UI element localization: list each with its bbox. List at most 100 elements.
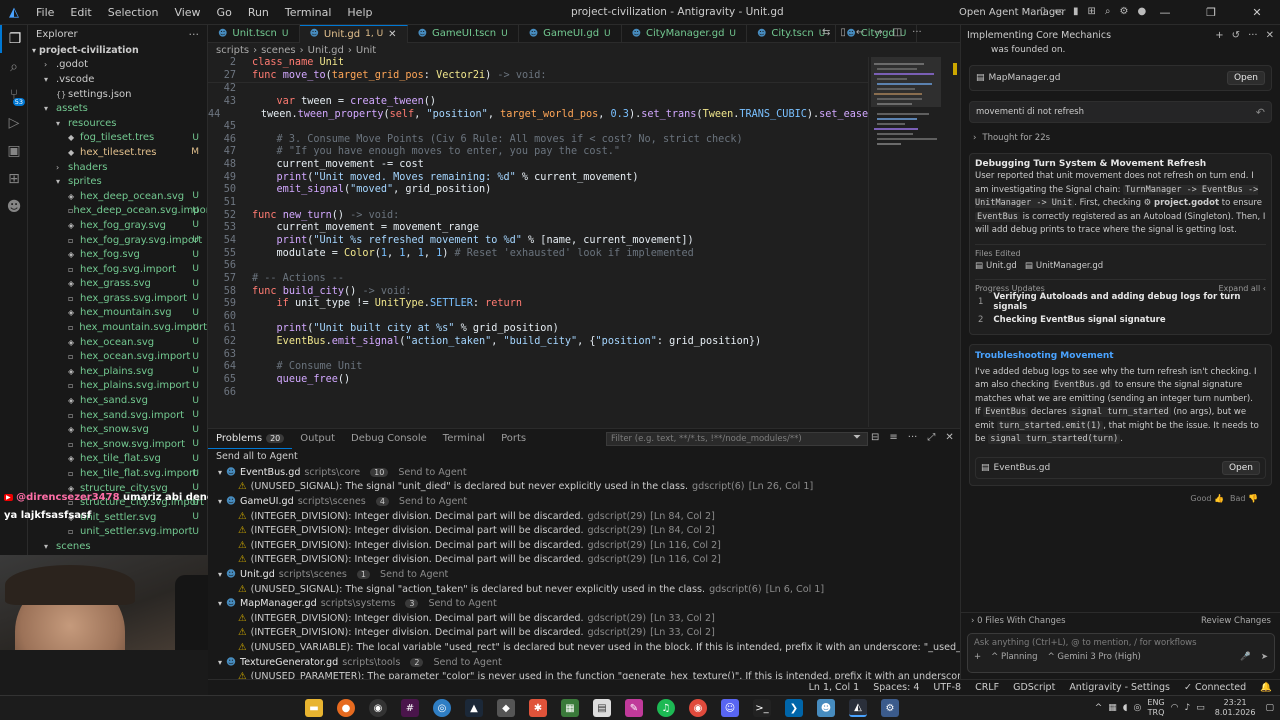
connection-status[interactable]: ✓ Connected (1184, 682, 1246, 693)
indentation[interactable]: Spaces: 4 (873, 682, 919, 693)
file-item[interactable]: ▫ hex_snow.svg.import U (28, 437, 207, 452)
toggle-sidebar-icon[interactable]: ▯ (1040, 6, 1046, 17)
problem-row[interactable]: ⚠ (INTEGER_DIVISION): Integer division. D… (208, 538, 960, 553)
file-item[interactable]: ◈ hex_plains.svg U (28, 364, 207, 379)
undo-icon[interactable]: ↶ (1256, 106, 1265, 119)
review-changes-button[interactable]: Review Changes (1201, 616, 1271, 626)
folder-item[interactable]: ▾ scenes (28, 539, 207, 554)
problem-row[interactable]: ⚠ (INTEGER_DIVISION): Integer division. D… (208, 626, 960, 641)
file-item[interactable]: ▫ hex_mountain.svg.import U (28, 320, 207, 335)
file-explorer-taskbar-icon[interactable]: ▬ (305, 699, 323, 717)
send-to-agent-button[interactable]: Send to Agent (380, 569, 448, 580)
customize-layout-icon[interactable]: ⊞ (1087, 6, 1095, 17)
problems-filter-input[interactable]: Filter (e.g. text, **/*.ts, !**/node_mod… (606, 432, 868, 446)
maximize-icon[interactable]: ❐ (1188, 6, 1234, 19)
close-icon[interactable]: ✕ (1234, 6, 1280, 19)
agent-more-icon[interactable]: ··· (1248, 30, 1258, 41)
volume-icon[interactable]: ◖ (1123, 703, 1128, 713)
panel-tab-ports[interactable]: Ports (493, 429, 534, 449)
file-item[interactable]: ◈ hex_grass.svg U (28, 277, 207, 292)
search-icon[interactable]: ⌕ (0, 53, 28, 81)
file-item[interactable]: ▫ hex_tile_flat.svg.import U (28, 466, 207, 481)
network-icon[interactable]: ▦ (1108, 703, 1117, 713)
folder-item[interactable]: ▾ .vscode (28, 72, 207, 87)
notifications-icon[interactable]: 🔔 (1260, 682, 1272, 693)
problem-row[interactable]: ⚠ (INTEGER_DIVISION): Integer division. D… (208, 611, 960, 626)
terminal-taskbar-icon[interactable]: >_ (753, 699, 771, 717)
menu-edit[interactable]: Edit (62, 0, 99, 25)
panel-tab-problems[interactable]: Problems 20 (208, 429, 293, 449)
file-item[interactable]: {} settings.json (28, 87, 207, 102)
panel-tab-output[interactable]: Output (292, 429, 343, 449)
file-item[interactable]: ◈ hex_mountain.svg U (28, 306, 207, 321)
send-to-agent-button[interactable]: Send to Agent (398, 467, 466, 478)
cursor-position[interactable]: Ln 1, Col 1 (809, 682, 860, 693)
steam-taskbar-icon[interactable]: ▲ (465, 699, 483, 717)
file-item[interactable]: ◆ fog_tileset.tres U (28, 131, 207, 146)
electron-taskbar-icon[interactable]: ◎ (433, 699, 451, 717)
file-item[interactable]: ▫ hex_sand.svg.import U (28, 408, 207, 423)
encoding[interactable]: UTF-8 (933, 682, 961, 693)
spotify-taskbar-icon[interactable]: ♫ (657, 699, 675, 717)
unity-taskbar-icon[interactable]: ◆ (497, 699, 515, 717)
antigravity-taskbar-icon[interactable]: ◭ (849, 699, 867, 717)
menu-file[interactable]: File (28, 0, 62, 25)
back-icon[interactable]: ← (856, 27, 864, 38)
problem-file-row[interactable]: ▾ ☻ MapManager.gd scripts\systems 3 Send to A… (208, 596, 960, 611)
file-item[interactable]: ▫ hex_ocean.svg.import U (28, 349, 207, 364)
slack-taskbar-icon[interactable]: # (401, 699, 419, 717)
editor-tab[interactable]: ☻ Unit.gd 1, U ✕ (299, 24, 408, 43)
file-item[interactable]: ▫ hex_fog_gray.svg.import U (28, 233, 207, 248)
planning-mode-dropdown[interactable]: ^ Planning (991, 652, 1037, 662)
end-of-line[interactable]: CRLF (975, 682, 999, 693)
problem-row[interactable]: ⚠ (INTEGER_DIVISION): Integer division. D… (208, 523, 960, 538)
editor-tab[interactable]: ☻ GameUI.tscn U (408, 24, 519, 43)
forward-icon[interactable]: → (874, 27, 882, 38)
discord-taskbar-icon[interactable]: ☺ (721, 699, 739, 717)
bad-feedback-button[interactable]: Bad 👎 (1230, 494, 1258, 503)
language-mode[interactable]: GDScript (1013, 682, 1055, 693)
history-icon[interactable]: ↺ (1232, 30, 1240, 41)
editor-tab[interactable]: ☻ CityManager.gd U (622, 24, 748, 43)
progress-step[interactable]: 1 Verifying Autoloads and adding debug lo… (975, 292, 1266, 312)
file-item[interactable]: ▫ hex_deep_ocean.svg.import U (28, 204, 207, 219)
file-item[interactable]: ◈ hex_fog_gray.svg U (28, 218, 207, 233)
code-editor[interactable]: 2 class_name Unit 27 func move_to(target_gr… (208, 57, 868, 427)
toggle-panel-icon[interactable]: ▭ (1055, 6, 1064, 17)
problem-file-row[interactable]: ▾ ☻ Unit.gd scripts\scenes 1 Send to Agent (208, 567, 960, 582)
send-to-agent-button[interactable]: Send to Agent (399, 496, 467, 507)
add-context-icon[interactable]: + (974, 652, 981, 662)
notepad-taskbar-icon[interactable]: ▤ (593, 699, 611, 717)
file-item[interactable]: ◈ hex_deep_ocean.svg U (28, 189, 207, 204)
folder-item[interactable]: › shaders (28, 160, 207, 175)
problem-row[interactable]: ⚠ (UNUSED_SIGNAL): The signal "action_tak… (208, 582, 960, 597)
folder-item[interactable]: › .godot (28, 58, 207, 73)
maximize-panel-icon[interactable]: ⤢ (927, 432, 935, 443)
extensions-icon[interactable]: ⊞ (0, 165, 28, 193)
calculator-taskbar-icon[interactable]: ▦ (561, 699, 579, 717)
view-as-list-icon[interactable]: ≡ (889, 432, 897, 443)
problem-row[interactable]: ⚠ (UNUSED_VARIABLE): The local variable "… (208, 640, 1112, 655)
folder-item[interactable]: ▾ resources (28, 116, 207, 131)
pen-taskbar-icon[interactable]: ✎ (625, 699, 643, 717)
folder-item[interactable]: ▾ sprites (28, 174, 207, 189)
file-item[interactable]: ◈ hex_sand.svg U (28, 393, 207, 408)
firefox-taskbar-icon[interactable]: ● (337, 699, 355, 717)
panel-tab-debug-console[interactable]: Debug Console (343, 429, 435, 449)
thought-toggle[interactable]: › Thought for 22s (961, 130, 1280, 146)
more-icon[interactable]: ··· (912, 27, 922, 38)
godot-icon[interactable]: ☻ (0, 193, 28, 221)
editor-tab[interactable]: ☻ Unit.tscn U (208, 24, 300, 43)
source-control-icon[interactable]: ⑂ 53 (0, 81, 28, 109)
compare-icon[interactable]: ⇆ (822, 27, 830, 38)
settings-status[interactable]: Antigravity - Settings (1069, 682, 1170, 693)
edited-file-link[interactable]: ▤ UnitManager.gd (1025, 261, 1103, 271)
settings-gear-icon[interactable]: ⚙ (1119, 6, 1128, 17)
problem-file-row[interactable]: ▾ ☻ EventBus.gd scripts\core 10 Send to Agent (208, 465, 960, 480)
open-mapmanager-button[interactable]: Open (1226, 71, 1265, 85)
battery-icon[interactable]: ▭ (1196, 703, 1205, 713)
explorer-icon[interactable]: ❐ (0, 25, 28, 53)
problem-row[interactable]: ⚠ (INTEGER_DIVISION): Integer division. D… (208, 509, 960, 524)
file-item[interactable]: ◈ hex_ocean.svg U (28, 335, 207, 350)
toggle-secondary-sidebar-icon[interactable]: ▮ (1073, 6, 1079, 17)
